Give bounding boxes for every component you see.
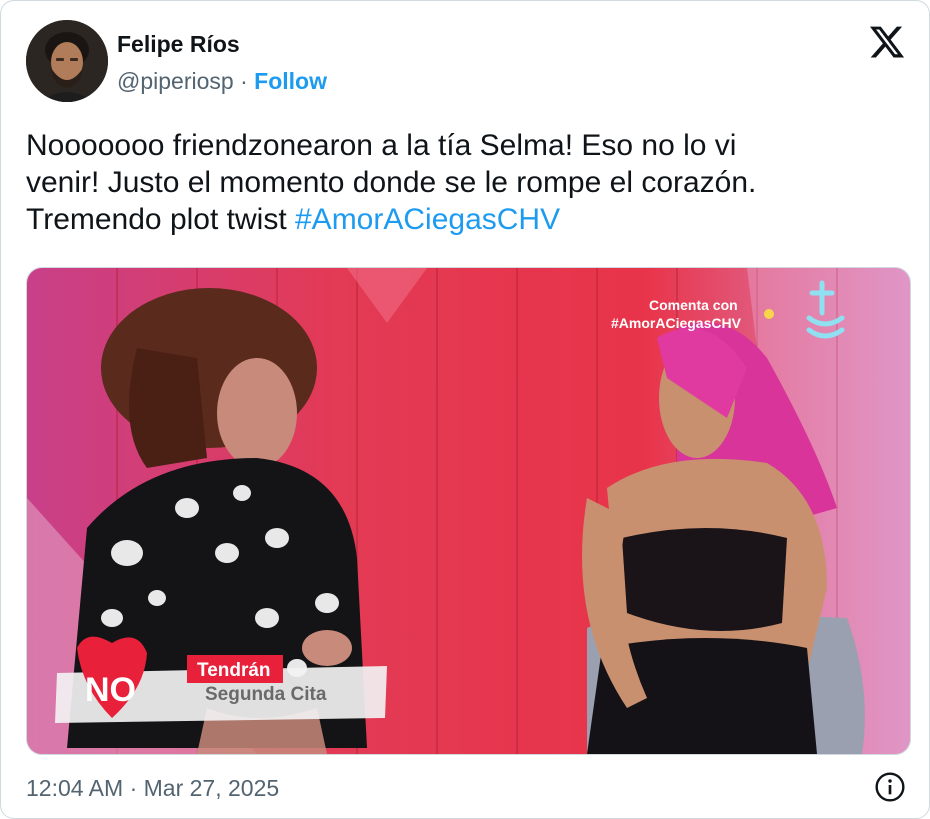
tweet-text-line-1: Nooooooo friendzonearon a la tía Selma! …	[26, 129, 737, 162]
author-handle[interactable]: @piperiosp	[117, 68, 234, 94]
hashtag-link[interactable]: #AmorACiegasCHV	[295, 203, 560, 236]
author-display-name[interactable]: Felipe Ríos	[117, 31, 240, 58]
x-logo-icon[interactable]	[867, 23, 907, 61]
lower-third-no: NO	[85, 671, 136, 709]
comment-overlay-label: Comenta con	[649, 297, 738, 313]
author-avatar[interactable]	[26, 20, 108, 102]
info-icon[interactable]	[874, 771, 906, 803]
tweet-text-line-3: Tremendo plot twist	[26, 203, 295, 236]
tweet-text: Nooooooo friendzonearon a la tía Selma! …	[26, 127, 906, 238]
tweet-media-photo[interactable]: Comenta con #AmorACiegasCHV NO Tendrán S…	[26, 267, 911, 755]
comment-overlay-hashtag: #AmorACiegasCHV	[611, 315, 742, 331]
lower-third-line2: Segunda Cita	[205, 684, 327, 705]
avatar-image	[26, 20, 108, 102]
handle-separator: ·	[240, 68, 248, 94]
author-handle-line: @piperiosp · Follow	[117, 68, 327, 95]
follow-button[interactable]: Follow	[254, 68, 327, 94]
lower-third-line1: Tendrán	[197, 660, 271, 681]
tv-screenshot-image: Comenta con #AmorACiegasCHV NO Tendrán S…	[27, 268, 910, 754]
tweet-text-line-2: venir! Justo el momento donde se le romp…	[26, 166, 757, 199]
tweet-timestamp[interactable]: 12:04 AM · Mar 27, 2025	[26, 775, 279, 802]
tweet-card: Felipe Ríos @piperiosp · Follow Nooooooo…	[0, 0, 930, 819]
